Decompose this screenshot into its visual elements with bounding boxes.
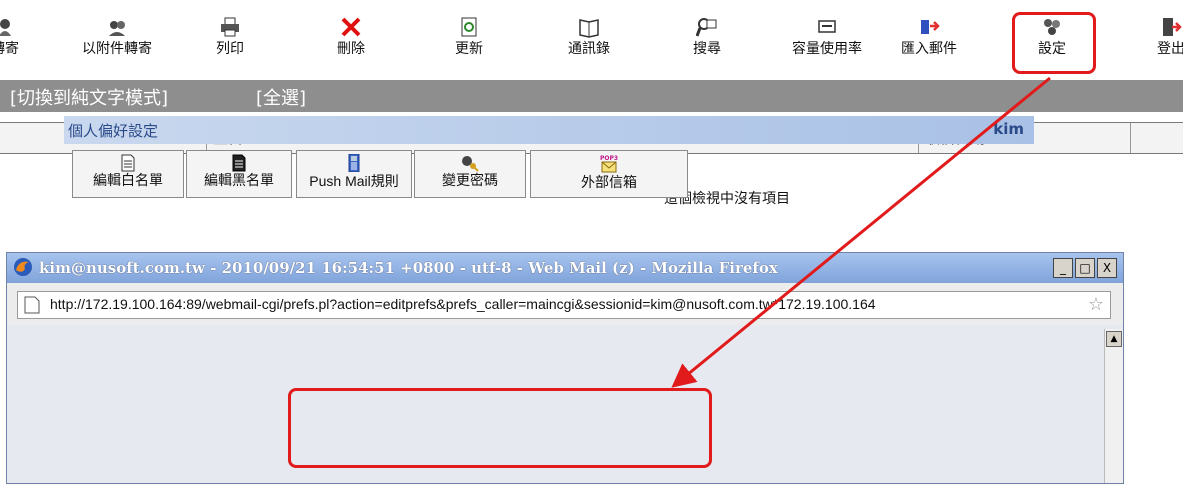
logout-icon xyxy=(1163,18,1182,36)
quota-button[interactable]: 容量使用率 xyxy=(782,16,872,68)
text-mode-link[interactable]: [切換到純文字模式] xyxy=(10,84,168,110)
address-book-label: 通訊錄 xyxy=(568,41,610,57)
quota-label: 容量使用率 xyxy=(792,41,862,57)
import-mail-button[interactable]: 匯入郵件 xyxy=(884,16,974,68)
search-button[interactable]: 搜尋 xyxy=(662,16,752,68)
print-button[interactable]: 列印 xyxy=(185,16,275,68)
close-window-button[interactable]: X xyxy=(1097,258,1117,278)
window-title: kim@nusoft.com.tw - 2010/09/21 16:54:51 … xyxy=(39,259,778,277)
change-password-button[interactable]: 變更密碼 xyxy=(414,150,526,198)
address-book-button[interactable]: 通訊錄 xyxy=(544,16,634,68)
forward-as-attachment-label: 以附件轉寄 xyxy=(82,41,152,57)
blacklist-icon xyxy=(232,154,246,172)
import-mail-label: 匯入郵件 xyxy=(901,41,957,57)
delete-label: 刪除 xyxy=(337,41,365,57)
pop3-mail-icon: POP3 xyxy=(600,155,618,173)
external-mailbox-button[interactable]: POP3 外部信箱 xyxy=(530,150,688,198)
prefs-title: 個人偏好設定 xyxy=(68,122,159,140)
mail-toolbar: 轉寄 以附件轉寄 列印 刪除 更新 通訊錄 搜尋 容量使用率 匯入郵件 設定 登… xyxy=(0,0,1183,78)
forward-icon xyxy=(0,19,11,36)
vertical-scrollbar[interactable]: ▲ xyxy=(1104,329,1123,483)
edit-blacklist-label: 編輯黑名單 xyxy=(204,173,274,189)
page-icon xyxy=(24,296,40,314)
prefs-buttons-highlight-box xyxy=(288,388,712,468)
logout-label: 登出 xyxy=(1157,41,1183,57)
forward-attachment-icon xyxy=(109,21,125,36)
change-password-label: 變更密碼 xyxy=(442,173,498,189)
settings-highlight-box xyxy=(1012,12,1096,74)
edit-whitelist-button[interactable]: 編輯白名單 xyxy=(72,150,184,198)
bookmark-star-icon[interactable]: ☆ xyxy=(1088,294,1104,315)
forward-as-attachment-button[interactable]: 以附件轉寄 xyxy=(72,16,162,68)
key-icon xyxy=(462,156,479,172)
forward-button[interactable]: 轉寄 xyxy=(0,16,50,68)
phone-icon xyxy=(348,154,360,172)
external-mailbox-label: 外部信箱 xyxy=(581,175,637,191)
push-mail-rules-label: Push Mail規則 xyxy=(309,173,399,189)
edit-blacklist-button[interactable]: 編輯黑名單 xyxy=(186,150,292,198)
extra-column-header xyxy=(1130,123,1183,153)
search-label: 搜尋 xyxy=(693,41,721,57)
select-all-link[interactable]: [全選] xyxy=(256,84,306,110)
refresh-label: 更新 xyxy=(455,41,483,57)
edit-whitelist-label: 編輯白名單 xyxy=(93,173,163,189)
logout-button[interactable]: 登出 xyxy=(1126,16,1183,68)
whitelist-icon xyxy=(121,154,135,172)
delete-x-icon xyxy=(341,17,361,37)
action-bar: [切換到純文字模式] [全選] xyxy=(0,80,1183,112)
window-titlebar: kim@nusoft.com.tw - 2010/09/21 16:54:51 … xyxy=(7,253,1123,283)
search-icon xyxy=(696,18,717,37)
import-mail-icon xyxy=(921,20,940,34)
print-label: 列印 xyxy=(216,41,244,57)
address-book-icon xyxy=(579,19,599,38)
maximize-button[interactable]: □ xyxy=(1075,258,1095,278)
forward-label: 轉寄 xyxy=(0,41,19,57)
url-text: http://172.19.100.164:89/webmail-cgi/pre… xyxy=(50,296,876,312)
prefs-username: kim xyxy=(993,120,1024,138)
quota-icon xyxy=(818,20,836,33)
push-mail-rules-button[interactable]: Push Mail規則 xyxy=(296,150,412,198)
minimize-button[interactable]: _ xyxy=(1053,258,1073,278)
refresh-button[interactable]: 更新 xyxy=(424,16,514,68)
firefox-logo-icon xyxy=(14,258,32,276)
delete-button[interactable]: 刪除 xyxy=(306,16,396,68)
printer-icon xyxy=(221,17,239,37)
refresh-icon xyxy=(461,17,477,37)
url-bar[interactable]: http://172.19.100.164:89/webmail-cgi/pre… xyxy=(17,291,1111,319)
navigation-bar: http://172.19.100.164:89/webmail-cgi/pre… xyxy=(7,283,1123,326)
scroll-up-button[interactable]: ▲ xyxy=(1106,331,1122,347)
prefs-header: 個人偏好設定 kim xyxy=(64,116,1034,144)
pop3-badge: POP3 xyxy=(600,155,618,162)
